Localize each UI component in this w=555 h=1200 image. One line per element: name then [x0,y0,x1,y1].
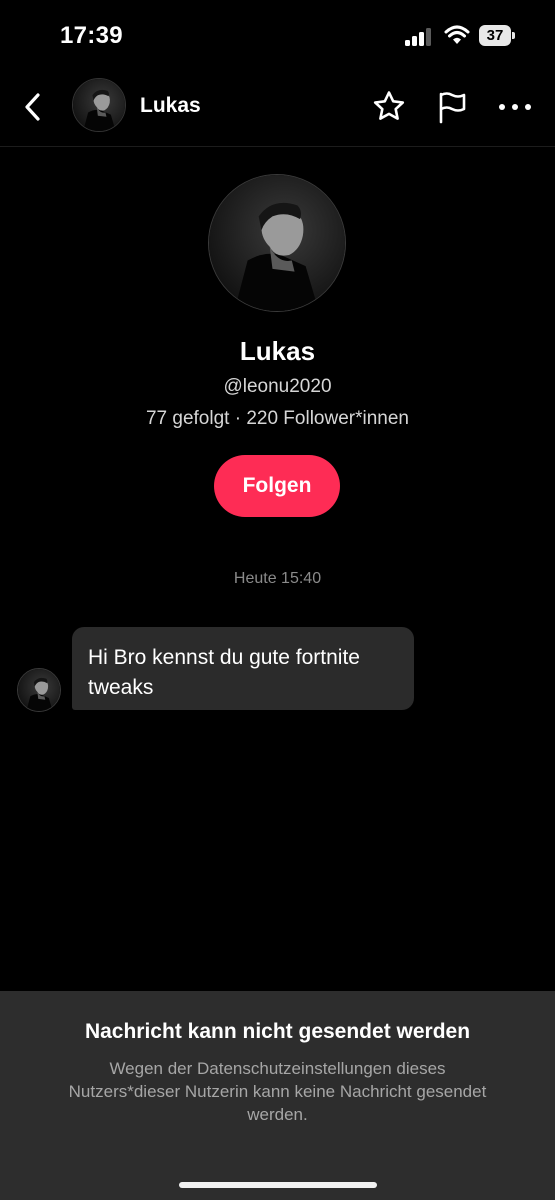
notice-body: Wegen der Datenschutzeinstellungen diese… [68,1059,487,1124]
message-text: Hi Bro kennst du gute fortnite tweaks [88,646,360,699]
header-avatar[interactable] [72,78,126,132]
notice-title: Nachricht kann nicht gesendet werden [84,1020,471,1043]
star-icon[interactable] [371,89,407,125]
follow-button[interactable]: Folgen [214,455,340,517]
back-chevron-icon[interactable] [18,90,50,124]
wifi-icon [444,25,470,45]
header-divider [0,146,555,147]
flag-icon[interactable] [434,89,470,125]
header-title[interactable]: Lukas [140,94,201,118]
profile-handle: @leonu2020 [223,376,332,397]
cellular-signal-icon [405,28,435,46]
sender-avatar[interactable] [17,668,61,712]
battery-icon: 37 [479,25,515,46]
battery-level: 37 [486,27,504,44]
more-dots-icon[interactable] [497,96,533,118]
home-indicator[interactable] [179,1182,377,1188]
profile-avatar[interactable] [208,174,346,312]
profile-name: Lukas [239,336,316,366]
message-timestamp: Heute 15:40 [233,570,322,587]
status-time: 17:39 [60,22,123,49]
profile-stats[interactable]: 77 gefolgt · 220 Follower*innen [0,408,555,430]
